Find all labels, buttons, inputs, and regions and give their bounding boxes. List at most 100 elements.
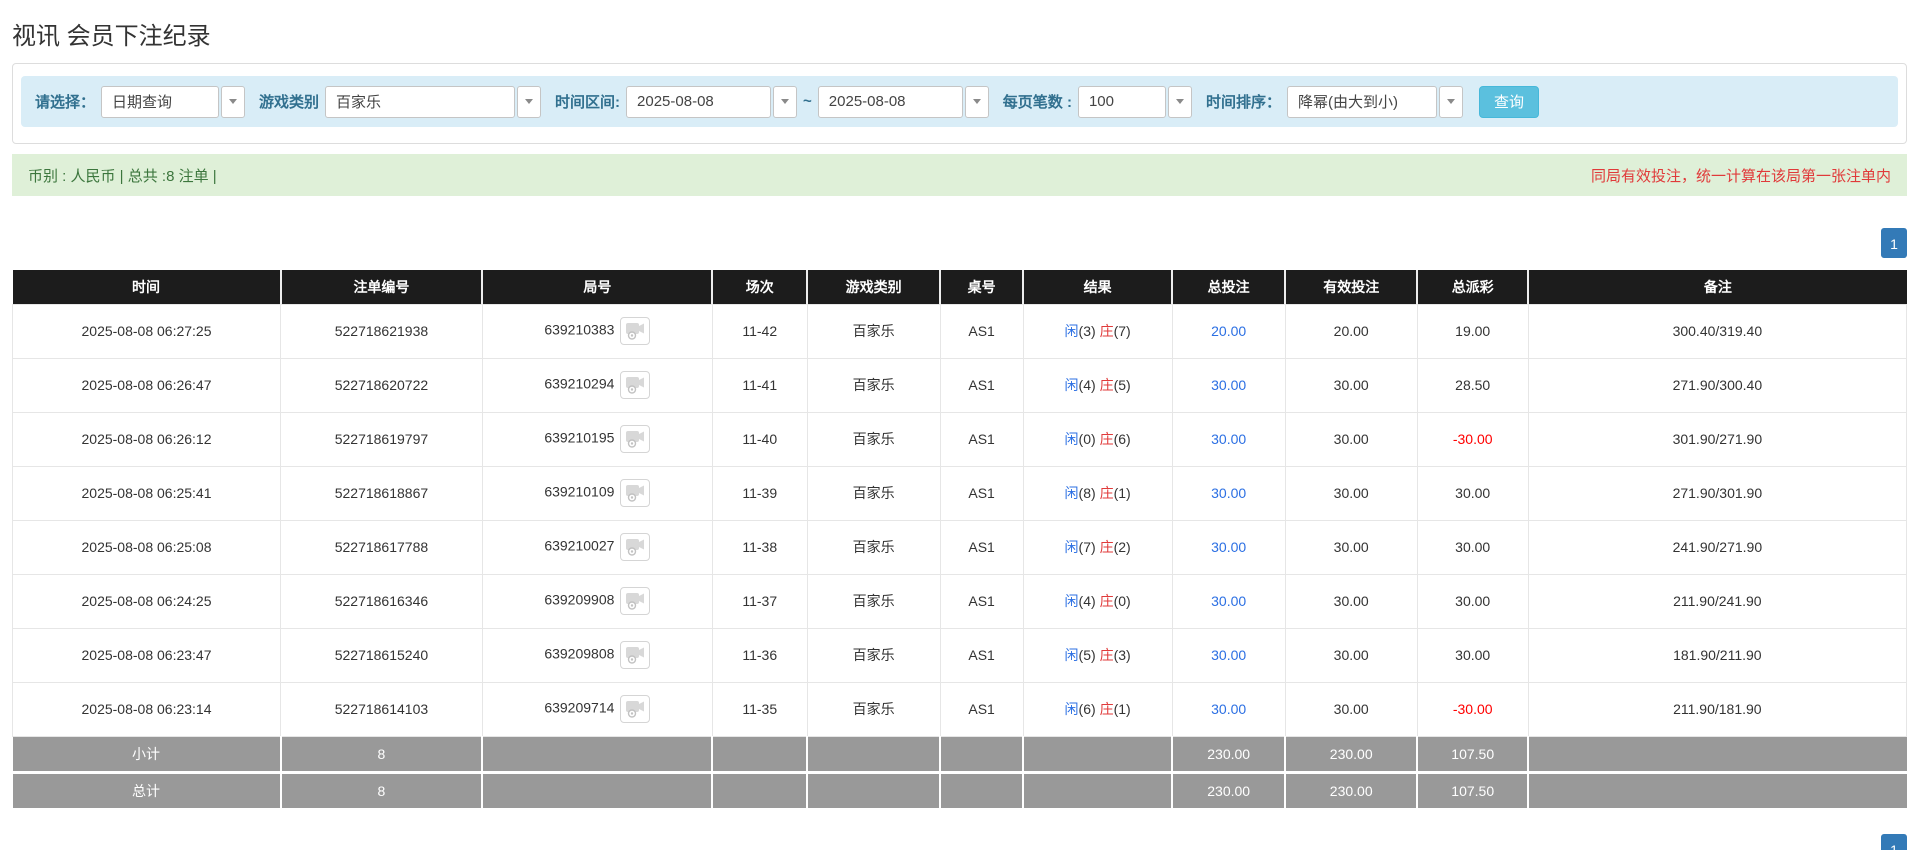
page-1-button[interactable]: 1 (1881, 228, 1907, 258)
page-size-value[interactable]: 100 (1077, 85, 1166, 118)
replay-button[interactable] (620, 317, 651, 345)
total-bet-cell: 30.00 (1171, 627, 1286, 683)
chevron-down-icon (1446, 99, 1455, 104)
table-footer: 小计 8 230.00 230.00 107.50 总计 8 230.00 23… (12, 736, 1907, 808)
tilde-separator: ~ (803, 93, 812, 110)
replay-button[interactable] (620, 533, 651, 561)
payout-cell: 19.00 (1416, 303, 1529, 359)
payout-value: 19.00 (1455, 323, 1491, 339)
replay-button[interactable] (620, 479, 651, 507)
payout-value: 30.00 (1455, 539, 1491, 555)
query-mode-value[interactable]: 日期查询 (101, 85, 220, 118)
page: 视讯 会员下注纪录 请选择： 日期查询 游戏类别 百家乐 时间区间: 2025-… (0, 0, 1919, 850)
search-button[interactable]: 查询 (1478, 85, 1539, 118)
total-bet-link[interactable]: 30.00 (1211, 647, 1246, 663)
chevron-down-icon[interactable] (1167, 85, 1192, 118)
remark-cell: 300.40/319.40 (1527, 303, 1908, 359)
col-table-no: 桌号 (940, 270, 1025, 304)
page-title: 视讯 会员下注纪录 (12, 23, 211, 50)
player-result-score: (5) (1078, 647, 1096, 663)
total-bet-link[interactable]: 30.00 (1211, 485, 1246, 501)
valid-bet-cell: 30.00 (1284, 357, 1418, 413)
result-cell: 闲(6) 庄(1) (1022, 681, 1173, 737)
video-replay-icon (626, 376, 645, 394)
game-type-label: 游戏类别 (259, 94, 320, 111)
session-cell: 11-39 (711, 465, 808, 521)
bet-id-cell: 522718614103 (280, 681, 483, 737)
game-type-cell: 百家乐 (806, 411, 941, 467)
total-bet-link[interactable]: 20.00 (1211, 323, 1246, 339)
date-to-value[interactable]: 2025-08-08 (817, 85, 963, 118)
remark-cell: 181.90/211.90 (1527, 627, 1908, 683)
banker-result-score: (1) (1113, 485, 1131, 501)
bet-id-cell: 522718617788 (280, 519, 483, 575)
total-count: 8 (280, 770, 484, 808)
game-type-value[interactable]: 百家乐 (325, 85, 516, 118)
replay-button[interactable] (620, 587, 651, 615)
round-id: 639210109 (544, 483, 615, 500)
subtotal-valid-bet: 230.00 (1285, 736, 1419, 772)
game-type-select[interactable]: 百家乐 (325, 85, 542, 118)
query-mode-select[interactable]: 日期查询 (101, 85, 246, 118)
page-1-button[interactable]: 1 (1881, 834, 1907, 850)
replay-button[interactable] (620, 371, 651, 399)
banker-result-score: (3) (1113, 647, 1131, 663)
date-from-value[interactable]: 2025-08-08 (626, 85, 772, 118)
payout-value: -30.00 (1452, 701, 1493, 717)
time-sort-value[interactable]: 降幂(由大到小) (1286, 85, 1437, 118)
chevron-down-icon[interactable] (1438, 85, 1463, 118)
bet-id-cell: 522718618867 (280, 465, 483, 521)
table-row: 2025-08-08 06:25:08 522718617788 6392100… (12, 519, 1908, 575)
result-cell: 闲(4) 庄(5) (1022, 357, 1173, 413)
replay-button[interactable] (620, 425, 651, 453)
valid-bet-cell: 30.00 (1284, 411, 1418, 467)
chevron-down-icon[interactable] (221, 85, 246, 118)
player-result-score: (0) (1078, 431, 1096, 447)
banker-result-score: (7) (1113, 323, 1131, 339)
valid-bet-cell: 20.00 (1284, 303, 1418, 359)
replay-button[interactable] (620, 695, 651, 723)
session-cell: 11-42 (711, 303, 808, 359)
total-bet-cell: 30.00 (1171, 411, 1286, 467)
time-sort-label: 时间排序： (1205, 94, 1281, 111)
page-size-select[interactable]: 100 (1077, 85, 1192, 118)
video-replay-icon (626, 700, 645, 718)
total-bet-link[interactable]: 30.00 (1211, 701, 1246, 717)
table-row: 2025-08-08 06:23:14 522718614103 6392097… (12, 681, 1908, 737)
date-from-select[interactable]: 2025-08-08 (626, 85, 798, 118)
total-bet-link[interactable]: 30.00 (1211, 431, 1246, 447)
table-row: 2025-08-08 06:26:12 522718619797 6392101… (12, 411, 1908, 467)
table-no-cell: AS1 (939, 519, 1024, 575)
chevron-down-icon[interactable] (773, 85, 798, 118)
total-bet-cell: 30.00 (1171, 357, 1286, 413)
total-bet-link[interactable]: 30.00 (1211, 539, 1246, 555)
total-bet-cell: 30.00 (1171, 465, 1286, 521)
round-cell: 639209808 (481, 627, 713, 683)
payout-cell: 30.00 (1416, 465, 1529, 521)
total-label: 总计 (12, 770, 282, 808)
table-no-cell: AS1 (939, 681, 1024, 737)
video-replay-icon (626, 538, 645, 556)
banker-result-label: 庄 (1099, 377, 1114, 393)
subtotal-payout: 107.50 (1417, 736, 1530, 772)
col-round-id: 局号 (482, 270, 714, 304)
table-no-cell: AS1 (939, 465, 1024, 521)
valid-bet-cell: 30.00 (1284, 681, 1418, 737)
video-replay-icon (626, 430, 645, 448)
payout-cell: 30.00 (1416, 519, 1529, 575)
chevron-down-icon[interactable] (517, 85, 542, 118)
total-payout: 107.50 (1417, 770, 1530, 808)
replay-button[interactable] (620, 641, 651, 669)
game-type-cell: 百家乐 (806, 303, 941, 359)
chevron-down-icon[interactable] (964, 85, 989, 118)
payout-value: -30.00 (1452, 431, 1493, 447)
col-bet-id: 注单编号 (280, 270, 484, 304)
table-row: 2025-08-08 06:27:25 522718621938 6392103… (12, 303, 1908, 359)
total-bet-link[interactable]: 30.00 (1211, 377, 1246, 393)
date-to-select[interactable]: 2025-08-08 (817, 85, 989, 118)
total-bet-link[interactable]: 30.00 (1211, 593, 1246, 609)
col-result: 结果 (1023, 270, 1174, 304)
player-result-label: 闲 (1064, 485, 1079, 501)
player-result-label: 闲 (1064, 431, 1079, 447)
time-sort-select[interactable]: 降幂(由大到小) (1286, 85, 1463, 118)
